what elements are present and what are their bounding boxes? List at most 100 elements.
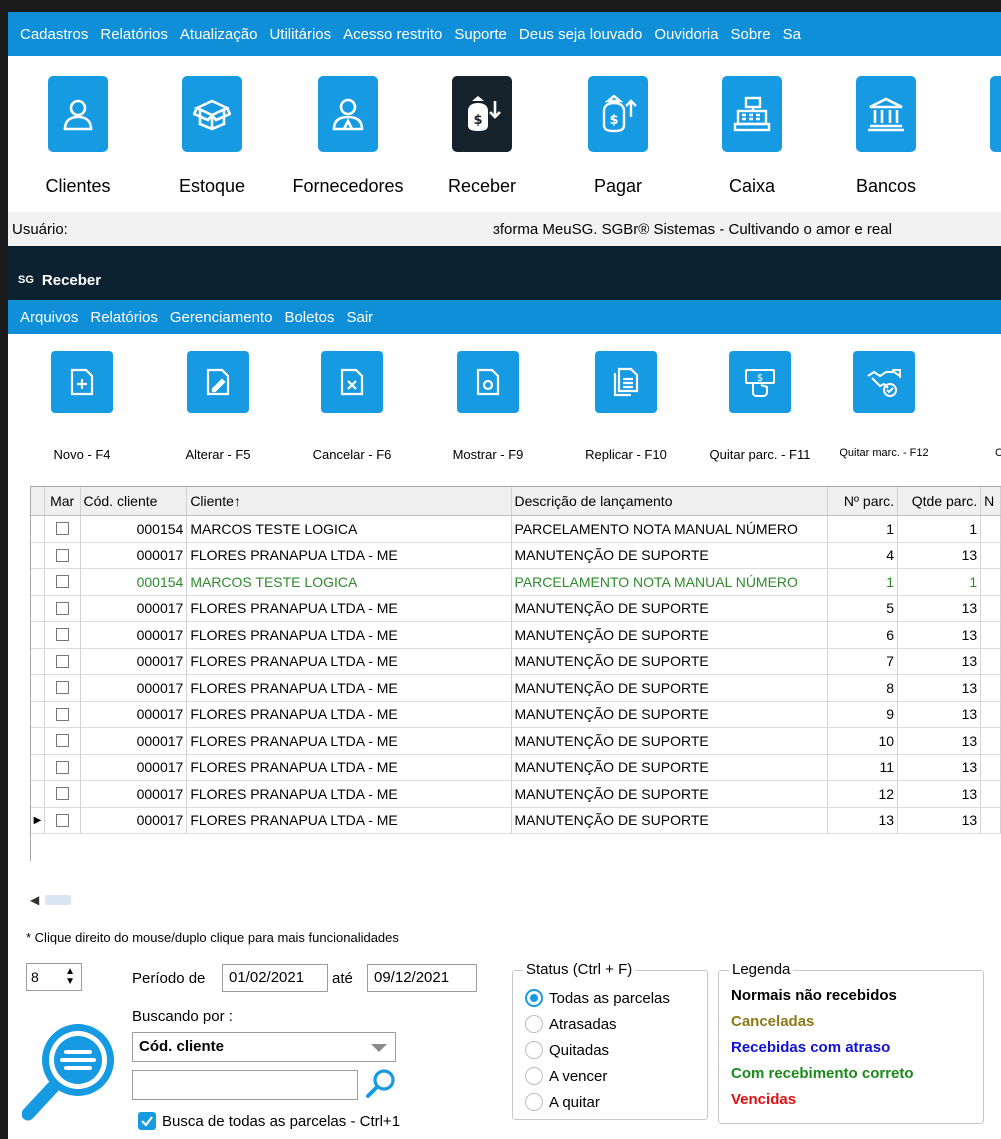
table-row[interactable]: 000017 FLORES PRANAPUA LTDA - ME MANUTENÇÃ… [31,675,1001,702]
quitar-marc-button[interactable]: Quitar marc. - F12 [822,351,946,471]
row-mark-checkbox[interactable] [45,622,81,648]
row-mark-checkbox[interactable] [45,754,81,780]
spinner-arrows-icon[interactable]: ▲ ▼ [65,967,75,987]
search-icon[interactable] [362,1066,402,1100]
checkbox-icon[interactable] [55,601,69,615]
period-spinner[interactable]: 8 ▲ ▼ [26,963,82,991]
menu-cadastros[interactable]: Cadastros [20,26,88,43]
row-mark-checkbox[interactable] [45,807,81,833]
checkbox-icon[interactable] [55,813,69,827]
checkbox-icon[interactable] [55,760,69,774]
checkbox-icon[interactable] [55,628,69,642]
search-field-select[interactable]: Cód. cliente [132,1032,396,1062]
busca-todas-checkbox[interactable]: Busca de todas as parcelas - Ctrl+1 [138,1112,400,1130]
header-mar[interactable]: Mar [45,487,81,515]
radio-a-quitar[interactable]: A quitar [525,1093,600,1111]
menu-relatorios-child[interactable]: Relatórios [90,309,158,326]
radio-todas-parcelas[interactable]: Todas as parcelas [525,989,670,1007]
date-to-field[interactable]: 09/12/2021 [367,964,477,992]
menu-gerenciamento[interactable]: Gerenciamento [170,309,273,326]
header-n-parc[interactable]: Nº parc. [828,487,899,515]
scroll-left-icon[interactable]: ◀ [30,893,39,907]
menu-boletos[interactable]: Boletos [284,309,334,326]
search-input[interactable] [132,1070,358,1100]
header-cod-cliente[interactable]: Cód. cliente [81,487,188,515]
checkbox-checked-icon[interactable] [138,1112,156,1130]
menu-sair-child[interactable]: Sair [347,309,374,326]
row-mark-checkbox[interactable] [45,569,81,595]
table-row[interactable]: 000017 FLORES PRANAPUA LTDA - ME MANUTENÇÃ… [31,728,1001,755]
clientes-button[interactable]: Clientes [18,76,138,206]
replicar-button[interactable]: Replicar - F10 [564,351,688,471]
radio-a-vencer[interactable]: A vencer [525,1067,607,1085]
alterar-button[interactable]: Alterar - F5 [156,351,280,471]
row-mark-checkbox[interactable] [45,701,81,727]
radio-selected-icon[interactable] [525,989,543,1007]
next-tool-button-partial[interactable]: C [934,351,1001,471]
radio-atrasadas[interactable]: Atrasadas [525,1015,617,1033]
menu-deus-seja-louvado[interactable]: Deus seja louvado [519,26,642,43]
caixa-button[interactable]: Caixa [692,76,812,206]
row-mark-checkbox[interactable] [45,542,81,568]
menu-arquivos[interactable]: Arquivos [20,309,78,326]
menu-acesso-restrito[interactable]: Acesso restrito [343,26,442,43]
row-mark-checkbox[interactable] [45,595,81,621]
checkbox-icon[interactable] [55,575,69,589]
cancelar-button[interactable]: Cancelar - F6 [290,351,414,471]
radio-icon[interactable] [525,1015,543,1033]
table-row[interactable]: 000154 MARCOS TESTE LOGICA PARCELAMENTO NO… [31,569,1001,596]
header-descricao[interactable]: Descrição de lançamento [512,487,828,515]
checkbox-icon[interactable] [55,522,69,536]
table-row[interactable]: 000017 FLORES PRANAPUA LTDA - ME MANUTENÇÃ… [31,622,1001,649]
menu-suporte[interactable]: Suporte [454,26,507,43]
menu-relatorios[interactable]: Relatórios [100,26,168,43]
estoque-button[interactable]: Estoque [152,76,272,206]
checkbox-icon[interactable] [55,654,69,668]
checkbox-icon[interactable] [55,681,69,695]
cell-descricao: MANUTENÇÃO DE SUPORTE [512,754,828,780]
menu-ouvidoria[interactable]: Ouvidoria [654,26,718,43]
table-row[interactable]: 000017 FLORES PRANAPUA LTDA - ME MANUTENÇÃ… [31,542,1001,569]
menu-utilitarios[interactable]: Utilitários [269,26,331,43]
table-row[interactable]: 000017 FLORES PRANAPUA LTDA - ME MANUTENÇÃ… [31,754,1001,781]
table-row[interactable]: 000154 MARCOS TESTE LOGICA PARCELAMENTO NO… [31,516,1001,543]
mostrar-button[interactable]: Mostrar - F9 [426,351,550,471]
row-mark-checkbox[interactable] [45,675,81,701]
header-n[interactable]: N [981,487,1001,515]
receber-button[interactable]: $ Receber [422,76,542,206]
checkbox-icon[interactable] [55,734,69,748]
checkbox-icon[interactable] [55,707,69,721]
pagar-button[interactable]: $ Pagar [558,76,678,206]
table-row[interactable]: 000017 FLORES PRANAPUA LTDA - ME MANUTENÇÃ… [31,595,1001,622]
header-qtde-parc[interactable]: Qtde parc. [898,487,982,515]
fornecedores-button[interactable]: Fornecedores [288,76,408,206]
chevron-down-icon[interactable] [371,1044,387,1052]
table-row[interactable]: 000017 FLORES PRANAPUA LTDA - ME MANUTENÇÃ… [31,648,1001,675]
row-mark-checkbox[interactable] [45,781,81,807]
quitar-parc-button[interactable]: $ Quitar parc. - F11 [698,351,822,471]
radio-icon[interactable] [525,1041,543,1059]
big-search-icon[interactable] [22,1016,136,1126]
table-row[interactable]: ▶ 000017 FLORES PRANAPUA LTDA - ME MANUTENÇ… [31,807,1001,834]
row-mark-checkbox[interactable] [45,516,81,542]
checkbox-icon[interactable] [55,787,69,801]
table-row[interactable]: 000017 FLORES PRANAPUA LTDA - ME MANUTENÇÃ… [31,781,1001,808]
horizontal-scrollbar[interactable]: ◀ [30,890,90,910]
radio-quitadas[interactable]: Quitadas [525,1041,609,1059]
row-mark-checkbox[interactable] [45,728,81,754]
parcelas-grid[interactable]: Mar Cód. cliente Cliente↑ Descrição de l… [30,486,1001,861]
menu-atualizacao[interactable]: Atualização [180,26,258,43]
menu-sair[interactable]: Sa [783,26,801,43]
radio-icon[interactable] [525,1093,543,1111]
radio-icon[interactable] [525,1067,543,1085]
next-toolbar-button-partial[interactable] [990,76,1001,152]
checkbox-icon[interactable] [55,548,69,562]
table-row[interactable]: 000017 FLORES PRANAPUA LTDA - ME MANUTENÇÃ… [31,701,1001,728]
scroll-thumb[interactable] [45,895,72,905]
menu-sobre[interactable]: Sobre [731,26,771,43]
novo-button[interactable]: Novo - F4 [20,351,144,471]
header-cliente[interactable]: Cliente↑ [187,487,512,515]
row-mark-checkbox[interactable] [45,648,81,674]
bancos-button[interactable]: Bancos [826,76,946,206]
date-from-field[interactable]: 01/02/2021 [222,964,328,992]
